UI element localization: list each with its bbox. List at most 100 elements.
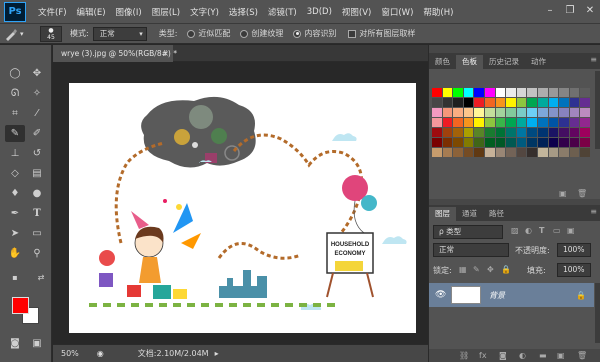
default-colors-button[interactable]: ▪ [5,272,25,282]
color-swatch[interactable] [580,148,590,157]
color-swatch[interactable] [537,98,548,107]
color-swatch[interactable] [559,138,569,147]
layer-filter-select[interactable]: ρ 类型 [433,225,503,239]
menu-3d[interactable]: 3D(D) [307,7,332,17]
color-swatch[interactable] [527,118,537,127]
color-swatch[interactable] [453,88,463,97]
foreground-color-swatch[interactable] [12,297,29,314]
color-swatch[interactable] [516,88,527,97]
gradient-tool[interactable]: ▤ [27,165,47,182]
color-swatch[interactable] [537,148,548,157]
color-swatch[interactable] [474,88,484,97]
color-swatch[interactable] [537,88,548,97]
brush-tool[interactable]: ✐ [27,125,47,142]
color-swatch[interactable] [474,138,484,147]
tab-layers[interactable]: 图层 [429,207,456,221]
color-swatch[interactable] [559,98,569,107]
color-swatch[interactable] [559,148,569,157]
color-swatch[interactable] [432,138,442,147]
menu-edit[interactable]: 编辑(E) [77,6,106,18]
menu-select[interactable]: 选择(S) [229,6,258,18]
move-tool[interactable]: ✥ [27,65,47,82]
color-swatch[interactable] [474,108,484,117]
mode-select[interactable]: 正常 [92,26,147,41]
filter-smart-icon[interactable]: ▣ [567,226,575,235]
spot-healing-brush-tool[interactable]: ✎ [5,125,25,142]
color-swatch[interactable] [569,88,580,97]
menu-image[interactable]: 图像(I) [116,6,142,18]
dodge-tool[interactable]: ● [27,185,47,202]
color-swatch[interactable] [527,138,537,147]
layer-row-background[interactable]: 👁 背景 🔒 [429,283,594,307]
canvas-area[interactable]: HOUSEHOLD ECONOMY [53,62,428,344]
shape-tool[interactable]: ▭ [27,225,47,242]
color-swatch[interactable] [463,108,474,117]
color-swatch[interactable] [442,138,453,147]
tab-history[interactable]: 历史记录 [483,55,525,69]
color-swatch[interactable] [580,108,590,117]
blend-mode-select[interactable]: 正常 [433,243,509,257]
magic-wand-tool[interactable]: ✧ [27,85,47,102]
color-swatch[interactable] [537,128,548,137]
clone-stamp-tool[interactable]: ⊥ [5,145,25,162]
new-swatch-icon[interactable]: ▣ [559,189,567,198]
adjustment-layer-icon[interactable]: ◐ [519,351,526,360]
screen-mode-button[interactable]: ▣ [27,335,47,352]
tab-color[interactable]: 颜色 [429,55,456,69]
sample-all-layers-checkbox[interactable] [348,29,357,38]
color-swatch[interactable] [548,128,559,137]
lasso-tool[interactable]: ᘏ [5,85,25,102]
color-swatch[interactable] [432,148,442,157]
close-document-button[interactable]: × [162,45,169,62]
tab-paths[interactable]: 路径 [483,207,510,221]
restore-button[interactable]: ❐ [562,4,578,18]
swatches-scrollbar[interactable] [595,71,600,149]
color-swatch[interactable] [506,118,516,127]
menu-file[interactable]: 文件(F) [38,6,67,18]
color-swatch[interactable] [442,108,453,117]
color-swatch[interactable] [495,108,506,117]
radio-create-texture[interactable] [240,29,249,38]
color-swatch[interactable] [463,98,474,107]
layer-style-icon[interactable]: fx [479,351,487,360]
color-swatch[interactable] [506,98,516,107]
panel-menu-icon[interactable]: ≡ [590,55,597,64]
color-swatch[interactable] [463,88,474,97]
type-tool[interactable]: T [27,205,47,222]
color-swatch[interactable] [442,118,453,127]
menu-layer[interactable]: 图层(L) [152,6,180,18]
color-swatch[interactable] [527,148,537,157]
lock-all-icon[interactable]: 🔒 [501,265,511,274]
pen-tool[interactable]: ✒ [5,205,25,222]
hand-tool[interactable]: ✋ [5,245,25,262]
color-swatch[interactable] [527,108,537,117]
color-swatch[interactable] [506,88,516,97]
crop-tool[interactable]: ⌗ [5,105,25,122]
filter-type-icon[interactable]: T [539,226,544,235]
color-swatch[interactable] [580,98,590,107]
add-mask-icon[interactable]: ◙ [499,351,507,360]
color-swatch[interactable] [537,118,548,127]
color-swatch[interactable] [516,148,527,157]
color-swatch[interactable] [559,128,569,137]
history-brush-tool[interactable]: ↺ [27,145,47,162]
color-swatch[interactable] [506,128,516,137]
color-swatch[interactable] [495,128,506,137]
close-button[interactable]: ✕ [582,4,598,18]
color-swatch[interactable] [453,128,463,137]
tab-actions[interactable]: 动作 [525,55,552,69]
quick-mask-button[interactable]: ◙ [5,335,25,352]
color-swatch[interactable] [559,118,569,127]
color-swatch[interactable] [442,88,453,97]
color-swatch[interactable] [432,88,442,97]
color-swatch[interactable] [516,138,527,147]
color-swatch[interactable] [484,88,495,97]
color-swatch[interactable] [463,128,474,137]
color-swatch[interactable] [506,138,516,147]
color-swatch[interactable] [548,98,559,107]
brush-size-picker[interactable]: ● 45 [40,25,62,42]
opacity-input[interactable]: 100% [557,243,591,257]
lock-position-icon[interactable]: ✥ [487,265,494,274]
menu-filter[interactable]: 滤镜(T) [268,6,297,18]
color-swatch[interactable] [537,138,548,147]
